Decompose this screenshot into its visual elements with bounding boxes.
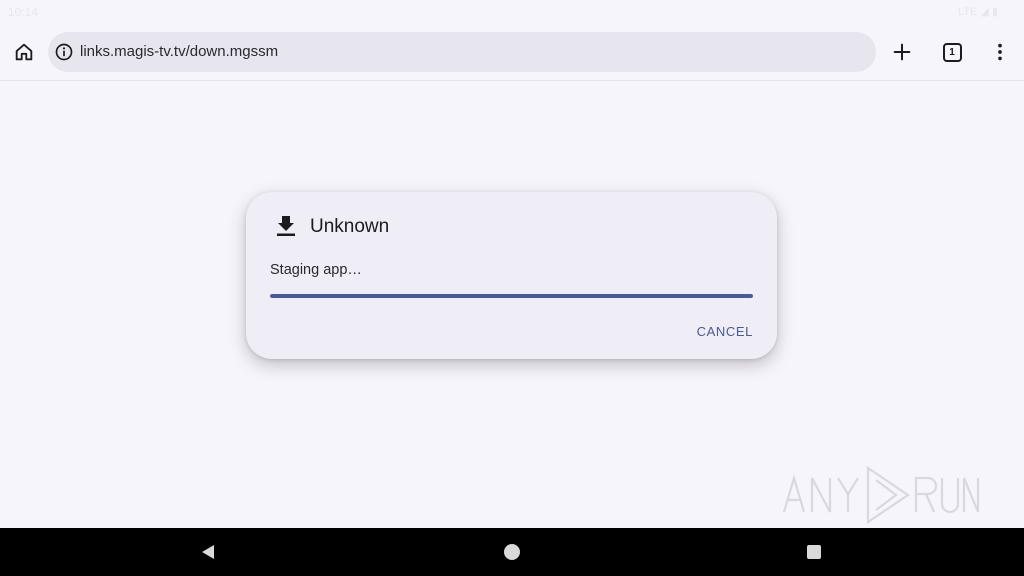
home-nav-button[interactable] [500, 540, 524, 564]
anyrun-watermark-logo [782, 465, 980, 525]
new-tab-plus-icon [893, 43, 911, 61]
home-icon [15, 43, 33, 61]
home-button[interactable] [4, 32, 44, 72]
site-info-icon[interactable] [54, 42, 74, 62]
url-text[interactable]: links.magis-tv.tv/down.mgssm [80, 43, 278, 60]
overflow-menu-button[interactable] [980, 32, 1020, 72]
progress-fill [270, 294, 753, 298]
system-nav-bar [0, 528, 1024, 576]
download-icon [277, 216, 295, 236]
tab-count: 1 [949, 46, 955, 58]
recents-button[interactable] [802, 540, 826, 564]
home-circle-icon [504, 544, 520, 560]
recents-icon [807, 545, 821, 559]
url-bar[interactable]: links.magis-tv.tv/down.mgssm [48, 32, 876, 72]
cancel-button[interactable]: CANCEL [697, 324, 753, 339]
browser-toolbar: links.magis-tv.tv/down.mgssm 1 [0, 24, 1024, 81]
dialog-title: Unknown [310, 216, 390, 237]
status-indicators: LTE ◢ ▮ [958, 6, 998, 18]
dialog-message: Staging app… [270, 262, 362, 278]
back-button[interactable] [196, 540, 220, 564]
status-bar: 10:14 LTE ◢ ▮ [0, 0, 1024, 24]
tab-switcher-icon: 1 [942, 42, 962, 62]
new-tab-button[interactable] [882, 32, 922, 72]
overflow-menu-icon [998, 43, 1002, 61]
tab-switcher-button[interactable]: 1 [932, 32, 972, 72]
back-icon [202, 545, 214, 559]
download-dialog: Unknown Staging app… CANCEL [246, 192, 777, 359]
status-time: 10:14 [8, 5, 39, 19]
progress-bar [270, 294, 753, 298]
